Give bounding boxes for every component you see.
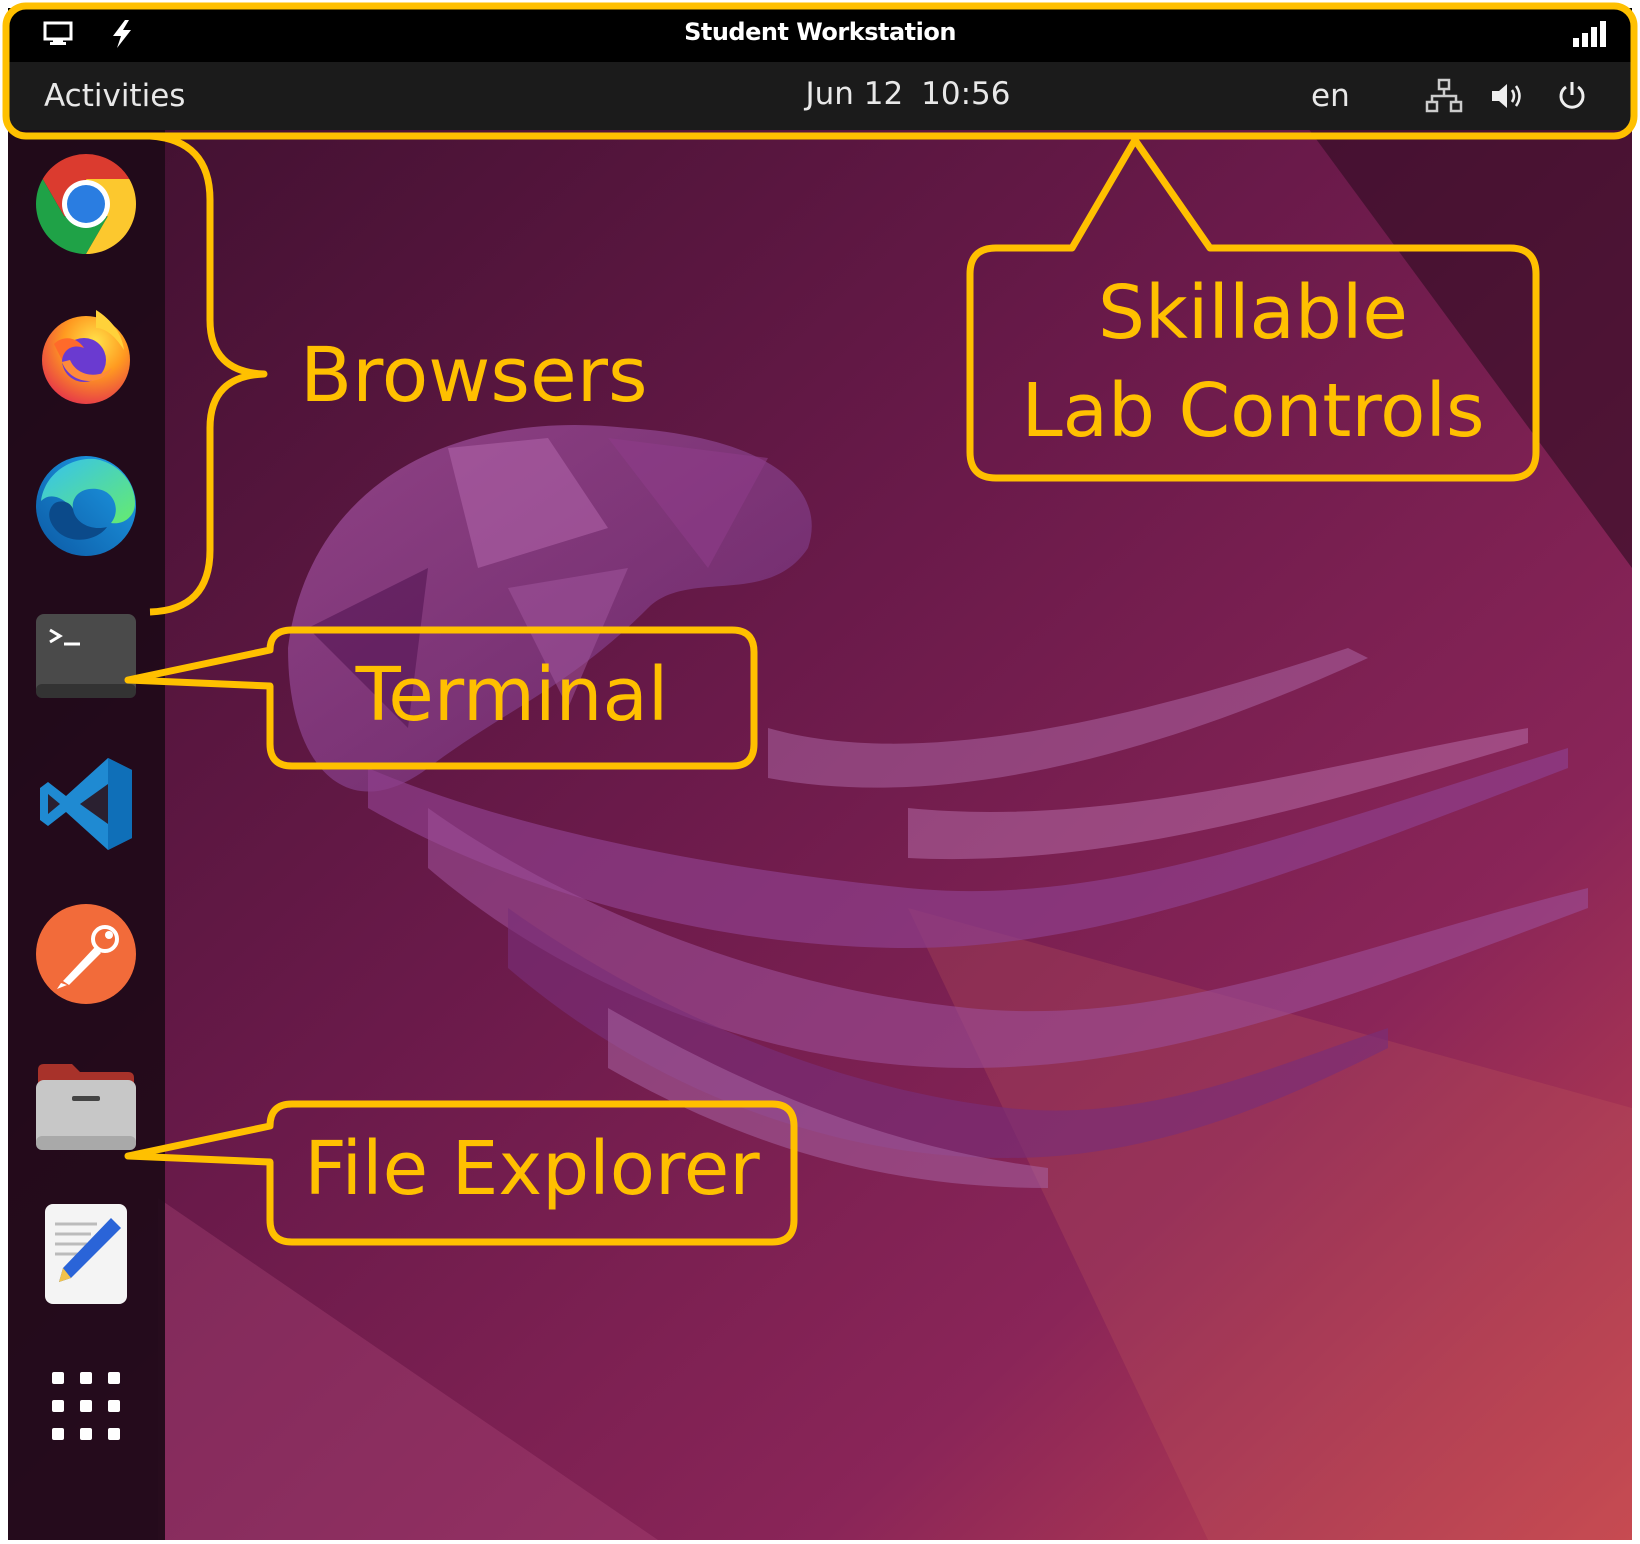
dock-item-terminal[interactable]: [30, 600, 142, 712]
lab-controls-label-line1: Skillable: [1098, 270, 1408, 356]
vscode-icon: [40, 758, 132, 850]
desktop-wallpaper: [8, 8, 1632, 1540]
text-editor-icon: [45, 1204, 127, 1304]
workstation-title: Student Workstation: [684, 18, 956, 46]
volume-icon[interactable]: [1486, 74, 1530, 118]
folder-icon: [36, 1064, 136, 1150]
postman-icon: [36, 904, 136, 1004]
clock-time: 10:56: [921, 76, 1011, 112]
lab-controls-label-line2: Lab Controls: [1021, 368, 1485, 454]
dock: [8, 130, 165, 1540]
desktop-screen: Student Workstation Activities Jun 12 10…: [8, 8, 1632, 1540]
signal-strength-icon[interactable]: [1568, 14, 1612, 54]
dock-item-firefox[interactable]: [30, 300, 142, 412]
power-icon[interactable]: [1550, 74, 1594, 118]
skillable-lab-bar: Student Workstation: [8, 8, 1632, 62]
dock-item-text-editor[interactable]: [30, 1198, 142, 1310]
dock-item-edge[interactable]: [30, 450, 142, 562]
browsers-label: Browsers: [300, 330, 648, 419]
dock-item-vscode[interactable]: [30, 748, 142, 860]
chrome-icon: [36, 154, 136, 254]
gnome-top-bar: Activities Jun 12 10:56 en: [8, 62, 1632, 130]
terminal-icon: [36, 614, 136, 698]
clock-date: Jun 12: [805, 76, 904, 112]
edge-icon: [36, 456, 136, 556]
terminal-label: Terminal: [355, 652, 669, 738]
firefox-icon: [42, 310, 130, 404]
dock-item-files[interactable]: [30, 1050, 142, 1162]
file-explorer-label: File Explorer: [304, 1126, 760, 1212]
clock[interactable]: Jun 12 10:56: [8, 76, 1632, 112]
network-icon[interactable]: [1422, 74, 1466, 118]
dock-item-postman[interactable]: [30, 898, 142, 1010]
dock-item-show-applications[interactable]: [30, 1350, 142, 1462]
input-language-indicator[interactable]: en: [1311, 78, 1350, 114]
app-grid-icon: [52, 1372, 120, 1440]
dock-item-chrome[interactable]: [30, 148, 142, 260]
